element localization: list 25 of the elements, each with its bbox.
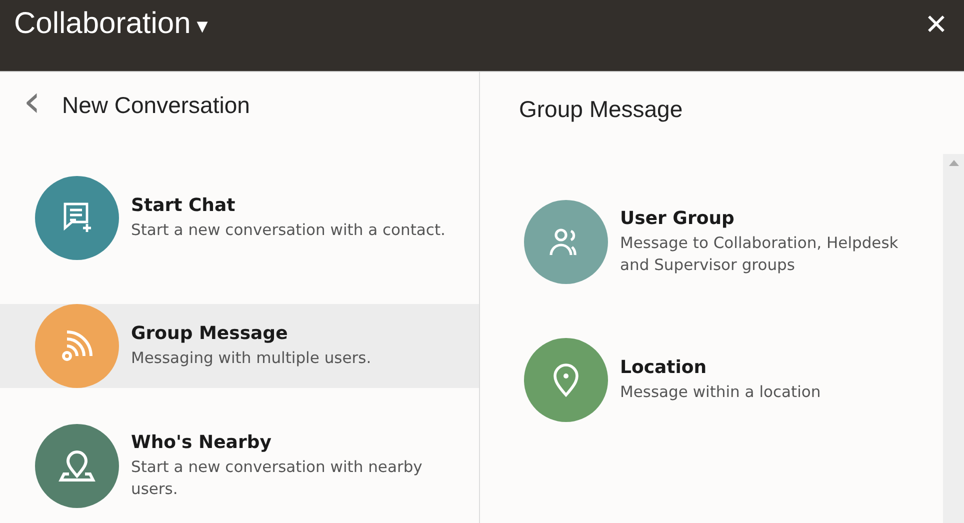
scroll-up-icon[interactable] [948, 160, 958, 166]
panel-title: New Conversation [62, 92, 250, 118]
rss-icon [59, 328, 95, 364]
option-title: Start Chat [131, 195, 236, 216]
app-title[interactable]: Collaboration [14, 7, 191, 41]
option-description: Messaging with multiple users. [131, 348, 372, 369]
option-title: User Group [620, 208, 736, 229]
close-button[interactable]: ✕ [920, 8, 952, 41]
option-title: Location [620, 357, 708, 378]
option-description: Message within a location [620, 382, 821, 403]
conversation-option[interactable]: Group Message Messaging with multiple users. [0, 304, 479, 388]
location-pin-icon [551, 362, 581, 398]
option-description: Start a new conversation with a contact. [131, 220, 446, 241]
conversation-option[interactable]: User Group Message to Collaboration, Helpdesk and Supervisor groups [480, 200, 943, 284]
conversation-option[interactable]: Start Chat Start a new conversation with a contact. [0, 176, 479, 260]
panel-title: Group Message [518, 95, 684, 124]
option-title: Group Message [131, 323, 289, 344]
conversation-option[interactable]: Location Message within a location [480, 338, 943, 422]
conversation-option[interactable]: Who's Nearby Start a new conversation with nearby users. [0, 424, 479, 508]
scrollbar[interactable] [943, 154, 964, 523]
option-description: Start a new conversation with nearby users. [131, 457, 424, 500]
back-button[interactable]: ‹ [16, 80, 48, 124]
option-description: Message to Collaboration, Helpdesk and Supervisor groups [620, 233, 900, 276]
caret-icon[interactable]: ▾ [196, 14, 208, 39]
option-title: Who's Nearby [131, 432, 272, 453]
